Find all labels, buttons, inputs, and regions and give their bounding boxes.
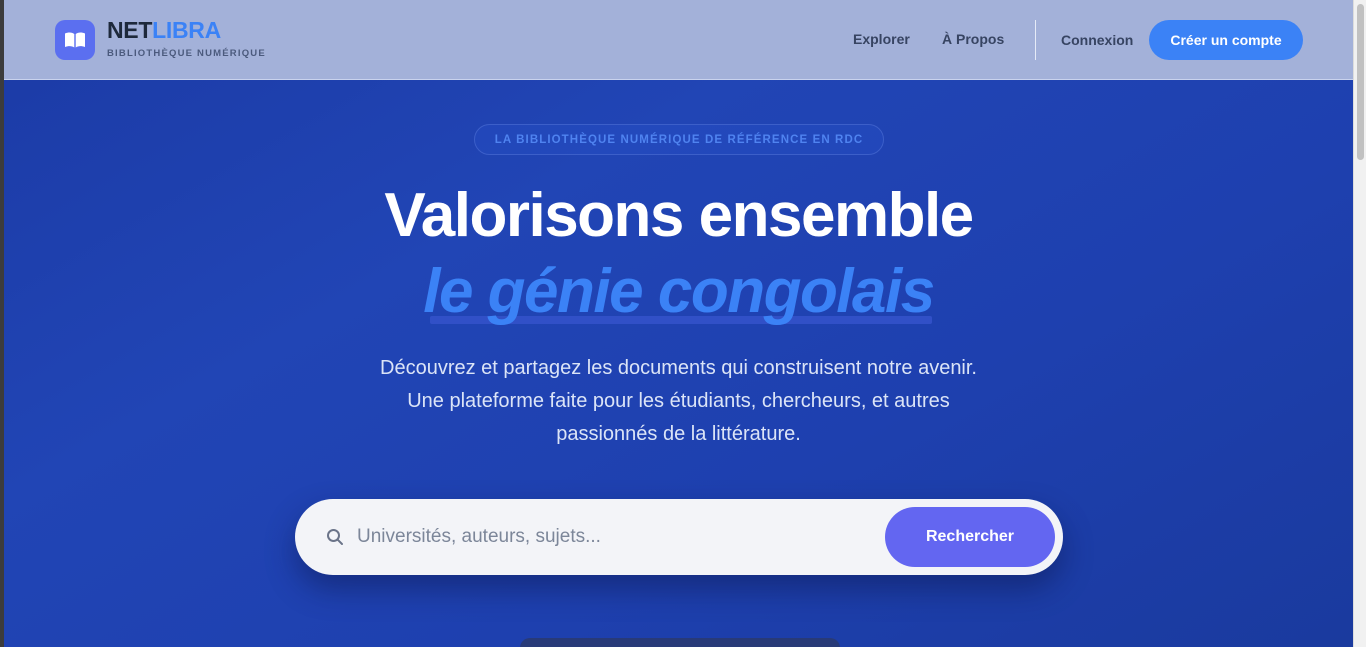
search-bar: Rechercher xyxy=(295,499,1063,575)
open-book-icon xyxy=(65,32,85,48)
nav-explore-link[interactable]: Explorer xyxy=(853,31,910,47)
next-section-peek xyxy=(520,638,840,647)
logo[interactable] xyxy=(55,20,95,60)
hero-description-line3: passionnés de la littérature. xyxy=(556,423,801,445)
brand-name-part1: NET xyxy=(107,17,153,43)
search-input[interactable] xyxy=(357,517,877,557)
nav-divider xyxy=(1035,20,1036,60)
vertical-scrollbar[interactable] xyxy=(1353,0,1366,647)
site-header: NETLIBRA BIBLIOTHÈQUE NUMÉRIQUE Explorer… xyxy=(4,0,1353,80)
login-link[interactable]: Connexion xyxy=(1061,32,1133,48)
hero-title-accent: le génie congolais xyxy=(423,257,935,326)
search-button[interactable]: Rechercher xyxy=(885,507,1055,567)
brand-tagline: BIBLIOTHÈQUE NUMÉRIQUE xyxy=(107,48,266,59)
nav-about-link[interactable]: À Propos xyxy=(942,31,1004,47)
page-viewport: NETLIBRA BIBLIOTHÈQUE NUMÉRIQUE Explorer… xyxy=(4,0,1353,647)
brand-name-part2: LIBRA xyxy=(152,17,221,43)
hero-badge: LA BIBLIOTHÈQUE NUMÉRIQUE DE RÉFÉRENCE E… xyxy=(474,124,884,155)
search-icon xyxy=(327,529,343,545)
hero-description-line1: Découvrez et partagez les documents qui … xyxy=(380,357,977,379)
hero-description-line2: Une plateforme faite pour les étudiants,… xyxy=(407,390,950,412)
brand-name[interactable]: NETLIBRA xyxy=(107,17,221,43)
scrollbar-thumb[interactable] xyxy=(1357,4,1364,160)
hero-title: Valorisons ensemble xyxy=(384,181,974,250)
create-account-button[interactable]: Créer un compte xyxy=(1149,20,1303,60)
